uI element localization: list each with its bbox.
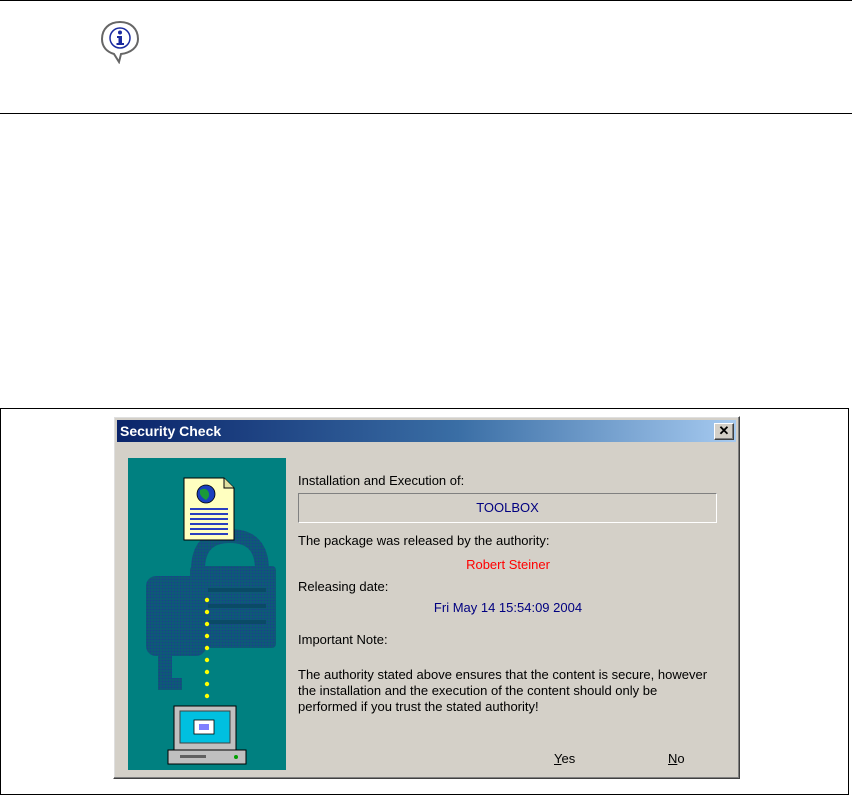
authority-name: Robert Steiner [466,557,550,572]
computer-icon [167,705,247,765]
titlebar[interactable]: Security Check ✕ [117,420,736,442]
close-icon: ✕ [718,423,730,438]
no-label-rest: o [677,751,685,766]
security-illustration [128,458,286,770]
globe-document-icon [183,477,235,541]
released-by-label: The package was released by the authorit… [298,533,550,548]
section-rule [0,113,852,114]
yes-button[interactable]: Yes [554,751,575,767]
yes-label-rest: es [561,751,576,766]
important-note-label: Important Note: [298,632,388,647]
close-button[interactable]: ✕ [714,423,734,440]
illustration-art [146,477,276,765]
package-name-field: TOOLBOX [298,493,717,523]
package-name-value: TOOLBOX [476,500,539,515]
important-note-text: The authority stated above ensures that … [298,667,708,714]
info-icon [100,20,140,65]
release-date-label: Releasing date: [298,579,389,594]
security-check-dialog: Security Check ✕ Installation and Execut… [113,416,740,779]
dialog-title: Security Check [120,423,222,439]
padlock-icon [146,528,276,690]
install-label: Installation and Execution of: [298,473,465,488]
no-mnemonic: N [668,751,678,766]
release-date-value: Fri May 14 15:54:09 2004 [433,600,583,615]
no-button[interactable]: No [668,751,685,767]
top-rule [0,0,852,1]
